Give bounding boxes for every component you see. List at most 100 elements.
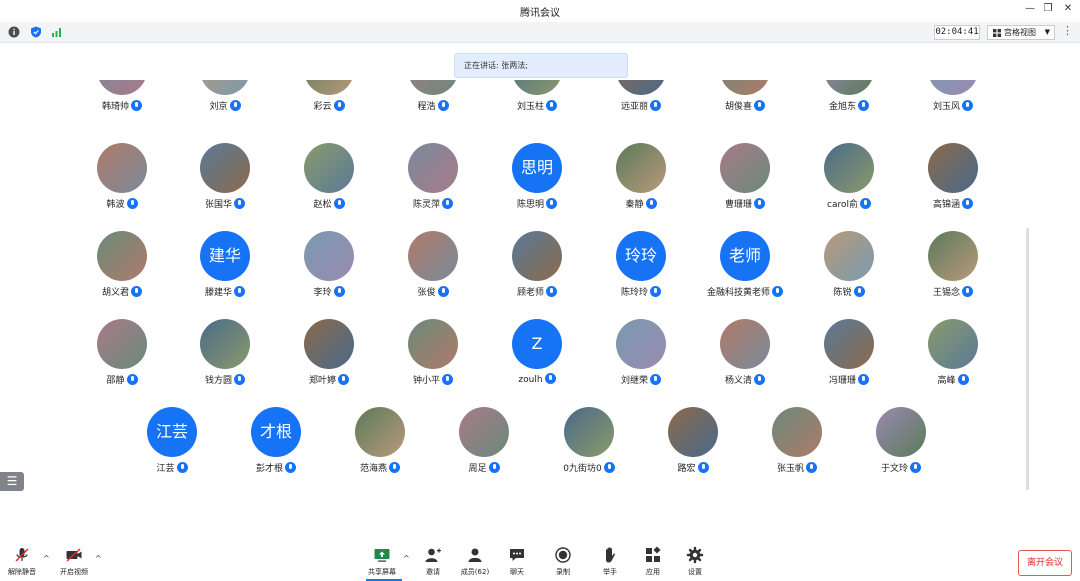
leave-meeting-button[interactable]: 离开会议 [1018,550,1072,576]
members-button[interactable]: 成员(62) [455,546,495,577]
participant-name: 杨义清 [724,376,752,386]
participant-tile[interactable]: 韩波 [70,143,174,231]
participant-tile[interactable]: 金旭东 [797,80,901,133]
share-screen-button[interactable]: 共享屏幕 [362,546,402,577]
participant-name: 程浩 [417,102,436,112]
participant-tile[interactable]: 王锡念 [901,231,1005,319]
participant-name-row: 秦静 [589,197,693,210]
grid-scrollbar[interactable] [1026,228,1029,490]
chevron-up-icon[interactable]: ^ [403,554,410,563]
participant-tile[interactable]: 邵静 [70,319,174,407]
meeting-toolbar: 02:04:41 宫格视图 ▼ ⋮ [0,22,1080,43]
view-switch-dropdown[interactable]: 宫格视图 ▼ [987,25,1055,40]
participant-name-row: 高锦涵 [901,197,1005,210]
avatar: 建华 [200,231,250,281]
info-icon[interactable] [8,26,20,38]
participant-tile[interactable]: carol俞 [797,143,901,231]
participant-tile[interactable]: 张俊 [381,231,485,319]
microphone-icon [603,462,615,473]
participant-tile[interactable]: 曹珊珊 [693,143,797,231]
microphone-icon [754,100,765,111]
participant-name: 郑叶婷 [308,376,336,386]
participant-name-row: 郑叶婷 [277,373,381,386]
record-button[interactable]: 录制 [543,546,583,577]
unmute-label: 解除静音 [8,568,36,576]
participant-tile[interactable]: 周足 [432,407,536,495]
participant-tile[interactable]: 才根 彭才根 [224,407,328,495]
participant-tile[interactable]: 赵松 [277,143,381,231]
unmute-button[interactable]: 解除静音 [2,546,42,577]
participant-name: 彩云 [313,102,332,112]
participant-tile[interactable]: 刘玉柱 [485,80,589,133]
raise-hand-button[interactable]: 举手 [590,546,630,577]
participant-name: 陈思明 [516,200,544,210]
participant-name: 陈灵萍 [412,200,440,210]
invite-button[interactable]: 邀请 [413,546,453,577]
participant-name: 刘继荣 [620,376,648,386]
participant-tile[interactable]: 于文玲 [849,407,953,495]
participant-tile[interactable]: 高峰 [901,319,1005,407]
participant-tile[interactable]: 路宏 [641,407,745,495]
chevron-up-icon[interactable]: ^ [95,554,102,563]
participant-name: 张国华 [204,200,232,210]
participant-tile[interactable]: 建华 滕建华 [173,231,277,319]
minimize-button[interactable]: — [1020,3,1040,14]
participant-tile[interactable]: 韩琦帅 [70,80,174,133]
participant-tile[interactable]: 刘京 [173,80,277,133]
participant-tile[interactable]: 钱方圆 [173,319,277,407]
participant-tile[interactable]: Zzoulh [485,319,589,407]
chat-button[interactable]: 聊天 [497,546,537,577]
participant-name-row: 张俊 [381,285,485,298]
participant-tile[interactable]: 陈灵萍 [381,143,485,231]
participant-tile[interactable]: 江芸 江芸 [120,407,224,495]
participant-name: 路宏 [677,464,696,474]
participant-tile[interactable]: 胡俊喜 [693,80,797,133]
participant-tile[interactable]: 高锦涵 [901,143,1005,231]
microphone-icon [234,286,245,297]
participant-tile[interactable]: 李玲 [277,231,381,319]
participant-tile[interactable]: 张国华 [173,143,277,231]
participant-tile[interactable]: 杨义清 [693,319,797,407]
participant-tile[interactable]: 思明 陈思明 [485,143,589,231]
settings-button[interactable]: 设置 [675,546,715,577]
participant-tile[interactable]: 玲玲 陈玲玲 [589,231,693,319]
participant-name: zoulh [518,375,543,385]
participant-tile[interactable]: 老师 金融科技黄老师 [693,231,797,319]
signal-icon[interactable] [51,26,63,38]
avatar [928,319,978,369]
participant-name: 张玉帆 [776,464,804,474]
more-icon[interactable]: ⋮ [1062,24,1073,37]
shield-icon[interactable] [30,26,42,38]
participant-tile[interactable]: 郑叶婷 [277,319,381,407]
start-video-button[interactable]: 开启视频 [54,546,94,577]
apps-button[interactable]: 应用 [633,546,673,577]
participant-name: 钱方圆 [204,376,232,386]
participant-tile[interactable]: 程浩 [381,80,485,133]
participant-tile[interactable]: 张玉帆 [745,407,849,495]
participant-tile[interactable]: 胡义君 [70,231,174,319]
participant-tile[interactable]: 0九街坊0 [537,407,641,495]
participant-tile[interactable]: 顾老师 [485,231,589,319]
participant-tile[interactable]: 陈锐 [797,231,901,319]
avatar [408,319,458,369]
participant-tile[interactable]: 远亚丽 [589,80,693,133]
participant-name: 高峰 [937,376,956,386]
participant-tile[interactable]: 秦静 [589,143,693,231]
participant-name: 钟小平 [412,376,440,386]
participant-tile[interactable]: 刘玉风 [901,80,1005,133]
participant-list-toggle[interactable]: ☰ [0,472,24,491]
participant-tile[interactable]: 钟小平 [381,319,485,407]
close-button[interactable]: ✕ [1058,3,1078,14]
participant-tile[interactable]: 彩云 [277,80,381,133]
participant-tile[interactable]: 刘继荣 [589,319,693,407]
participant-name: 胡俊喜 [724,102,752,112]
microphone-icon [853,286,865,297]
restore-button[interactable]: ❐ [1038,3,1058,14]
microphone-icon [544,373,556,384]
participant-name: 韩琦帅 [101,102,129,112]
participant-tile[interactable]: 冯珊珊 [797,319,901,407]
chevron-up-icon[interactable]: ^ [43,554,50,563]
participant-name-row: 刘玉风 [901,99,1005,112]
participant-tile[interactable]: 范海燕 [328,407,432,495]
participant-name: 0九街坊0 [563,464,602,474]
